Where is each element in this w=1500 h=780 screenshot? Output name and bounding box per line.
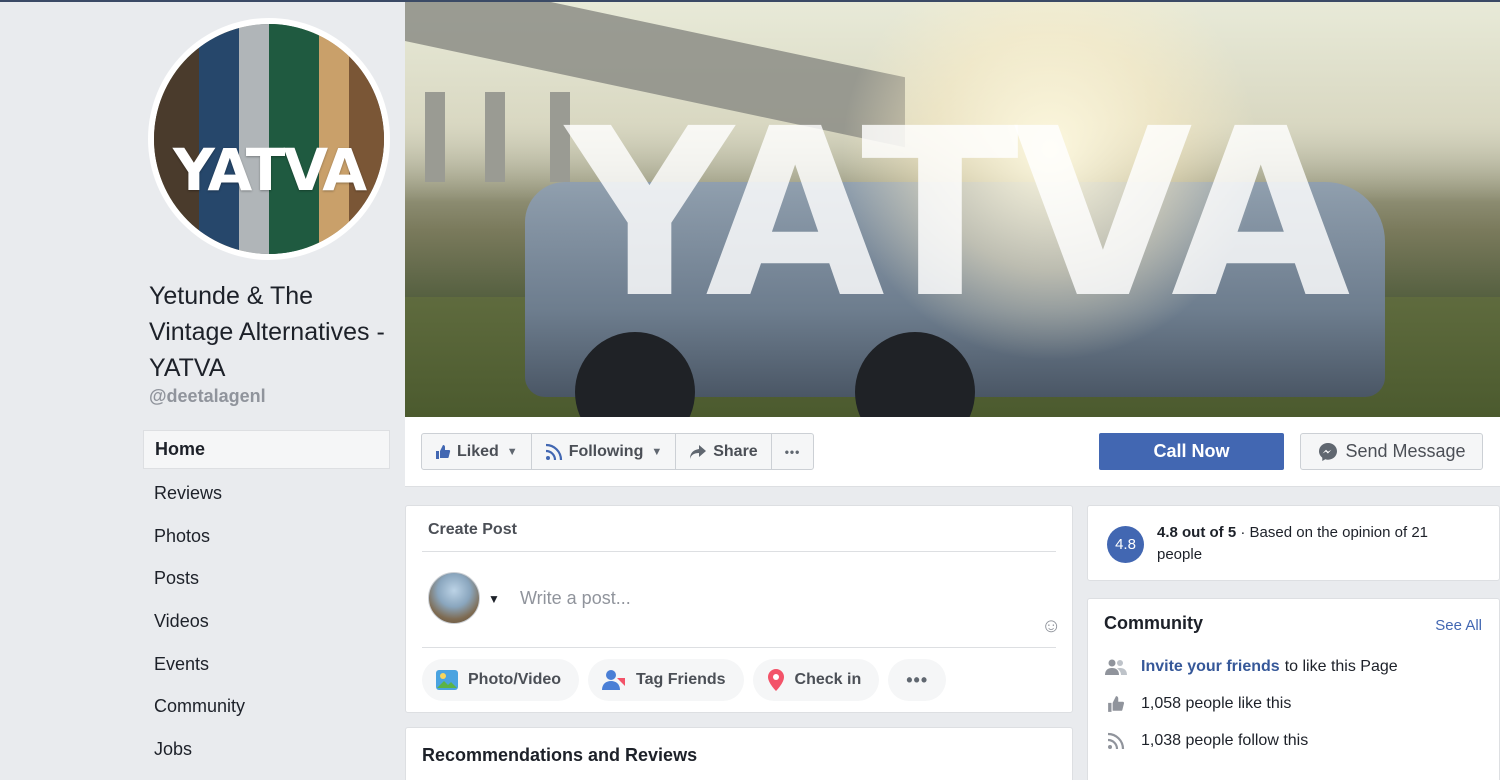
- avatar[interactable]: [428, 572, 480, 624]
- photo-video-label: Photo/Video: [468, 671, 562, 688]
- rating-separator: ·: [1236, 524, 1250, 541]
- create-post-card: Create Post ▼ ☺ Photo/Video Tag Friends …: [405, 505, 1073, 713]
- profile-picture[interactable]: YATVA: [148, 18, 390, 260]
- nav-item-events[interactable]: Events: [143, 643, 390, 686]
- tag-friends-label: Tag Friends: [636, 671, 726, 688]
- cover-photo[interactable]: YATVA: [405, 2, 1500, 417]
- cover-logo-text: YATVA: [565, 79, 1351, 349]
- caret-down-icon[interactable]: ▼: [488, 592, 500, 606]
- page-actions-group: Liked ▼ Following ▼ Share •••: [421, 433, 815, 470]
- community-card: Community See All Invite your friends to…: [1087, 598, 1500, 780]
- follows-count: 1,038 people follow this: [1141, 732, 1309, 749]
- messenger-icon: [1317, 441, 1339, 463]
- community-title: Community: [1104, 613, 1203, 633]
- rating-card: 4.8 4.8 out of 5 · Based on the opinion …: [1087, 505, 1500, 581]
- tag-friends-button[interactable]: Tag Friends: [588, 659, 744, 701]
- check-in-button[interactable]: Check in: [752, 659, 880, 701]
- post-composer-input[interactable]: [520, 584, 1020, 612]
- chevron-down-icon: ▼: [506, 445, 518, 458]
- rss-icon: [1104, 732, 1128, 750]
- nav-item-posts[interactable]: Posts: [143, 557, 390, 600]
- liked-label: Liked: [457, 442, 499, 460]
- share-button[interactable]: Share: [675, 433, 772, 470]
- divider: [422, 551, 1056, 552]
- nav-item-reviews[interactable]: Reviews: [143, 472, 390, 515]
- nav-item-videos[interactable]: Videos: [143, 600, 390, 643]
- nav-item-jobs[interactable]: Jobs: [143, 728, 390, 771]
- create-post-title: Create Post: [428, 521, 517, 538]
- following-label: Following: [568, 442, 644, 460]
- location-pin-icon: [766, 668, 786, 692]
- likes-count: 1,058 people like this: [1141, 695, 1292, 712]
- recommendations-card: Recommendations and Reviews: [405, 727, 1073, 780]
- thumbs-up-icon: [435, 444, 451, 460]
- likes-row: 1,058 people like this: [1104, 695, 1291, 713]
- profile-picture-image: YATVA: [154, 24, 384, 254]
- following-button[interactable]: Following ▼: [530, 433, 677, 470]
- nav-item-photos[interactable]: Photos: [143, 515, 390, 558]
- chevron-down-icon: ▼: [651, 445, 663, 458]
- page-title: Yetunde & The Vintage Alternatives - YAT…: [149, 282, 385, 382]
- rating-summary[interactable]: 4.8 out of 5 · Based on the opinion of 2…: [1157, 522, 1477, 566]
- friends-icon: [1104, 658, 1128, 676]
- invite-friends-link[interactable]: Invite your friends: [1141, 658, 1280, 676]
- nav-item-community[interactable]: Community: [143, 685, 390, 728]
- tag-friends-icon: [601, 668, 627, 692]
- thumbs-up-icon: [1104, 695, 1128, 713]
- check-in-label: Check in: [794, 671, 862, 688]
- page-username[interactable]: @deetalagenl: [149, 386, 266, 407]
- send-message-button[interactable]: Send Message: [1300, 433, 1483, 470]
- divider: [422, 647, 1056, 648]
- more-post-options-button[interactable]: •••: [888, 659, 947, 701]
- recommendations-title: Recommendations and Reviews: [422, 745, 698, 765]
- rss-icon: [545, 443, 563, 461]
- post-actions: Photo/Video Tag Friends Check in •••: [422, 659, 947, 701]
- rating-score: 4.8 out of 5: [1157, 524, 1237, 541]
- liked-button[interactable]: Liked ▼: [421, 433, 532, 470]
- invite-suffix: to like this Page: [1284, 658, 1398, 675]
- page-navigation: Home Reviews Photos Posts Videos Events …: [143, 430, 390, 771]
- profile-logo-text: YATVA: [172, 136, 367, 204]
- share-label: Share: [713, 442, 758, 460]
- more-options-button[interactable]: •••: [770, 433, 815, 470]
- call-now-button[interactable]: Call Now: [1099, 433, 1284, 470]
- emoji-icon[interactable]: ☺: [1041, 615, 1061, 638]
- rating-badge: 4.8: [1107, 526, 1144, 563]
- follows-row: 1,038 people follow this: [1104, 732, 1308, 750]
- more-dots-icon: •••: [784, 444, 801, 459]
- nav-item-home[interactable]: Home: [143, 430, 390, 469]
- cover-pillar: [425, 92, 445, 182]
- page-action-bar: Liked ▼ Following ▼ Share ••• Call Now S…: [405, 417, 1500, 487]
- cover-pillar: [485, 92, 505, 182]
- photo-icon: [435, 668, 459, 692]
- share-arrow-icon: [689, 444, 707, 460]
- send-message-label: Send Message: [1345, 441, 1466, 461]
- see-all-link[interactable]: See All: [1435, 617, 1482, 634]
- photo-video-button[interactable]: Photo/Video: [422, 659, 580, 701]
- invite-friends-row: Invite your friends to like this Page: [1104, 658, 1398, 676]
